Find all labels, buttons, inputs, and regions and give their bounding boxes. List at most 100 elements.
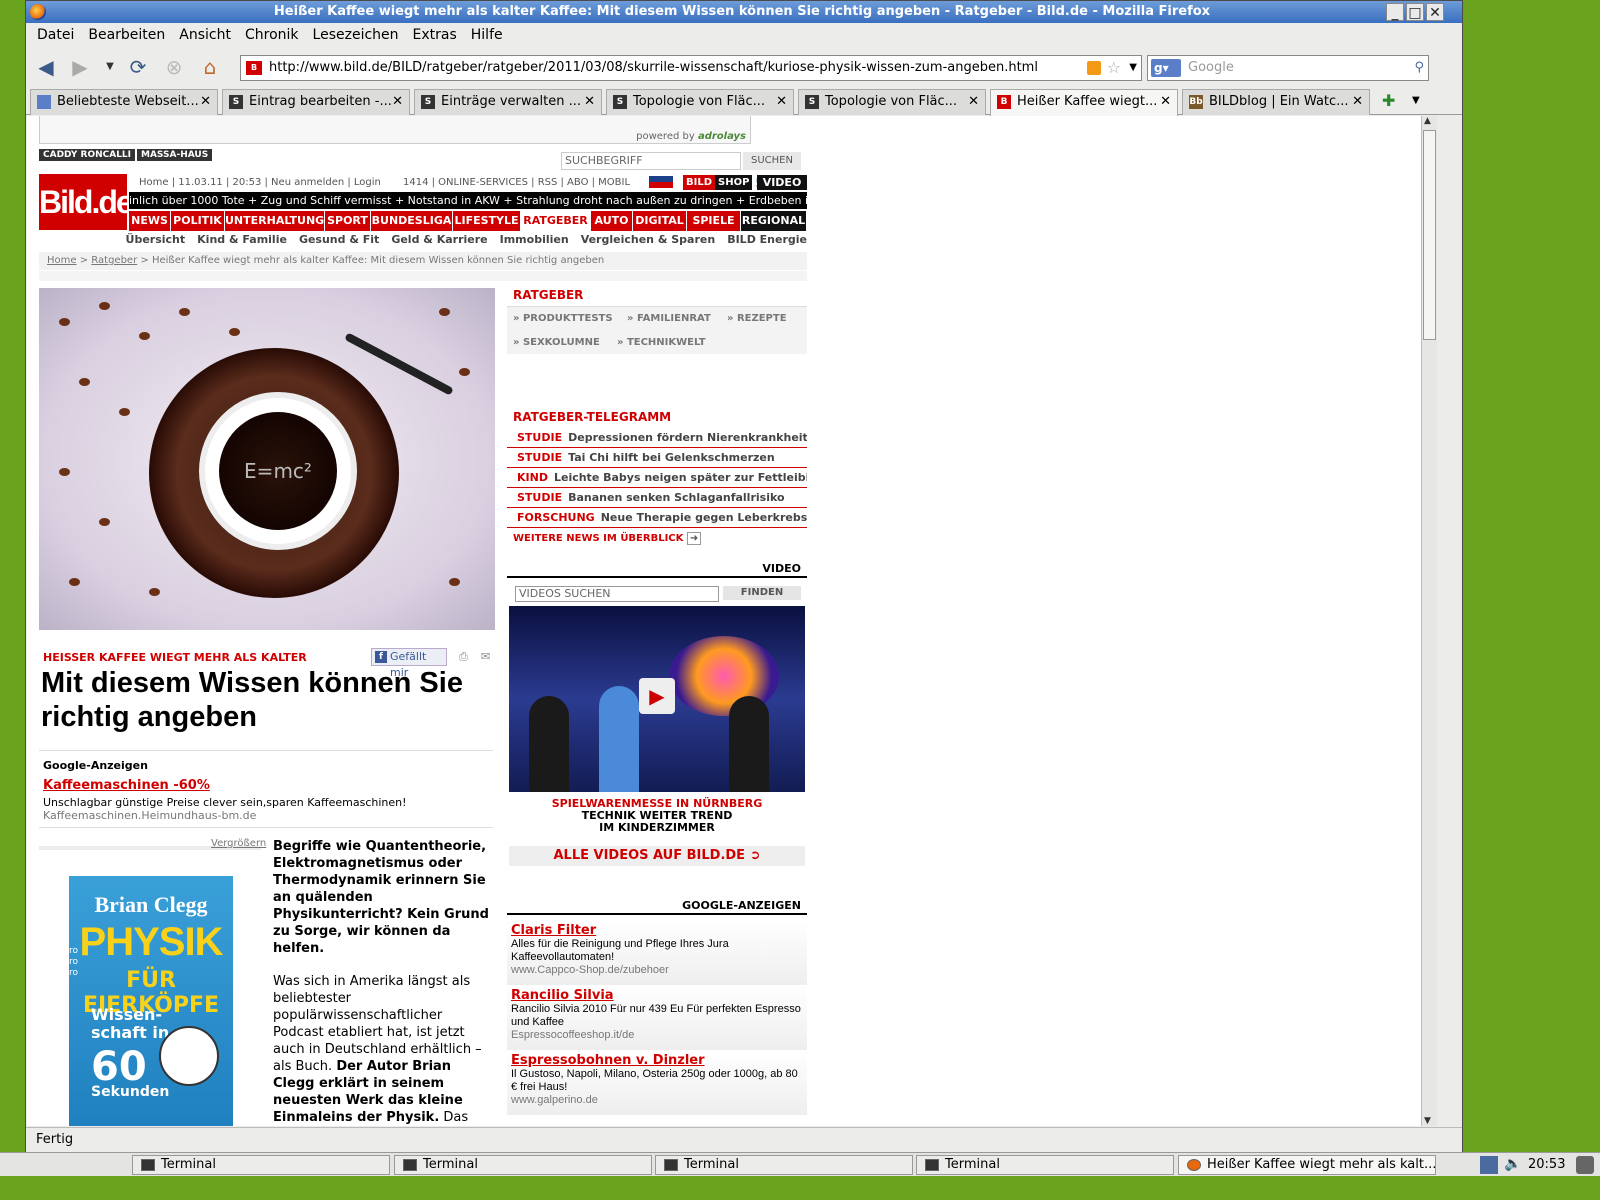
reload-icon[interactable]: ⟳ [124,53,152,81]
url-text[interactable]: http://www.bild.de/BILD/ratgeber/ratgebe… [269,56,1038,80]
facebook-like-button[interactable]: f Gefällt mir [371,648,447,679]
more-news-link[interactable]: WEITERE NEWS IM ÜBERBLICK ➜ [507,528,807,550]
telegramm-item[interactable]: STUDIE Tai Chi hilft bei Gelenkschmerzen [507,448,807,468]
ad-site[interactable]: Kaffeemaschinen.Heimundhaus-bm.de [43,809,256,822]
tab-4[interactable]: S Topologie von Fläc... ✕ [606,89,794,115]
link-rezepte[interactable]: » REZEPTE [727,313,787,324]
url-bar[interactable]: B http://www.bild.de/BILD/ratgeber/ratge… [240,55,1142,81]
bild-logo[interactable]: Bild.de [39,174,134,230]
all-videos-button[interactable]: ALLE VIDEOS AUF BILD.DE ➲ [509,846,805,866]
search-bar[interactable]: g▾ Google ⚲ [1147,55,1429,81]
breadcrumb-home[interactable]: Home [47,255,77,266]
breadcrumb-ratgeber[interactable]: Ratgeber [91,255,137,266]
tab-6-active[interactable]: B Heißer Kaffee wiegt... ✕ [990,89,1178,116]
nav-bundesliga[interactable]: BUNDESLIGA [371,211,453,231]
history-dropdown-icon[interactable]: ▼ [96,53,124,81]
vertical-scrollbar[interactable]: ▲ ▼ [1421,116,1437,1126]
menu-chronik[interactable]: Chronik [238,23,306,47]
menu-bearbeiten[interactable]: Bearbeiten [81,23,172,47]
close-tab-icon[interactable]: ✕ [968,90,979,114]
tab-3[interactable]: S Einträge verwalten ... ✕ [414,89,602,115]
tag-massa-haus[interactable]: MASSA-HAUS [137,149,213,161]
telegramm-item[interactable]: STUDIE Bananen senken Schlaganfallrisiko [507,488,807,508]
tele-text[interactable]: Bananen senken Schlaganfallrisiko [568,491,784,504]
taskbar-terminal[interactable]: Terminal [394,1155,652,1175]
top-ad-banner[interactable]: powered by adrolays [39,116,751,144]
google-engine-icon[interactable]: g▾ [1151,59,1181,77]
scroll-up-icon[interactable]: ▲ [1424,116,1431,126]
service-links[interactable]: 1414 | ONLINE-SERVICES | RSS | ABO | MOB… [403,177,630,188]
taskbar-firefox[interactable]: Heißer Kaffee wiegt mehr als kalt... [1178,1155,1436,1175]
maximize-button[interactable]: □ [1406,3,1424,21]
enlarge-link[interactable]: Vergrößern [211,838,266,849]
subnav-immobilien[interactable]: Immobilien [500,233,569,246]
play-icon[interactable]: ▶ [639,678,675,714]
tab-5[interactable]: S Topologie von Fläc... ✕ [798,89,986,115]
close-tab-icon[interactable]: ✕ [1160,90,1171,114]
telegramm-item[interactable]: FORSCHUNG Neue Therapie gegen Leberkrebs [507,508,807,528]
taskbar-terminal[interactable]: Terminal [132,1155,390,1175]
nav-sport[interactable]: SPORT [325,211,371,231]
tab-1[interactable]: Beliebteste Webseit... ✕ [30,89,218,115]
back-arrow-icon[interactable]: ◀ [32,53,60,81]
side-ad-link[interactable]: Rancilio Silvia [511,988,803,1003]
search-magnifier-icon[interactable]: ⚲ [1414,56,1424,80]
top-info-links[interactable]: Home | 11.03.11 | 20:53 | Neu anmelden |… [139,177,381,188]
video-thumbnail[interactable]: ▶ [509,606,805,792]
tele-text[interactable]: Neue Therapie gegen Leberkrebs [601,511,807,524]
nav-regional[interactable]: REGIONAL [741,211,807,231]
nav-unterhaltung[interactable]: UNTERHALTUNG [225,211,325,231]
video-search-input[interactable]: VIDEOS SUCHEN [515,586,719,602]
link-produkttests[interactable]: » PRODUKTTESTS [513,313,613,324]
scroll-down-icon[interactable]: ▼ [1424,1116,1431,1126]
new-tab-icon[interactable]: ✚ [1382,89,1395,113]
side-ad-site[interactable]: www.galperino.de [511,1094,803,1106]
ad-link-kaffeemaschinen[interactable]: Kaffeemaschinen -60% [43,778,210,793]
subnav-geld-karriere[interactable]: Geld & Karriere [391,233,487,246]
title-bar[interactable]: Heißer Kaffee wiegt mehr als kalter Kaff… [26,1,1462,23]
menu-datei[interactable]: Datei [30,23,81,47]
url-dropdown-icon[interactable]: ▼ [1129,56,1137,80]
close-tab-icon[interactable]: ✕ [200,90,211,114]
network-tray-icon[interactable] [1480,1156,1498,1174]
close-tab-icon[interactable]: ✕ [1352,90,1363,114]
ratgeber-title[interactable]: RATGEBER [507,284,807,306]
side-ad-link[interactable]: Espressobohnen v. Dinzler [511,1053,803,1068]
hero-image-coffee[interactable]: E=mc² [39,288,495,630]
telegramm-item[interactable]: KIND Leichte Babys neigen später zur Fett… [507,468,807,488]
news-ticker[interactable]: inlich über 1000 Tote + Zug und Schiff v… [129,192,807,209]
home-icon[interactable]: ⌂ [196,53,224,81]
tab-7[interactable]: Bb BILDblog | Ein Watc... ✕ [1182,89,1370,115]
menu-hilfe[interactable]: Hilfe [464,23,510,47]
tele-text[interactable]: Tai Chi hilft bei Gelenkschmerzen [568,451,775,464]
nav-news[interactable]: NEWS [129,211,171,231]
subnav-kind-familie[interactable]: Kind & Familie [197,233,287,246]
video-caption[interactable]: SPIELWARENMESSE IN NÜRNBERG TECHNIK WEIT… [507,798,807,834]
nav-digital[interactable]: DIGITAL [633,211,687,231]
close-button[interactable]: ✕ [1426,3,1444,21]
book-cover-image[interactable]: ro ro ro Brian Clegg PHYSIK FÜR EIERKÖPF… [69,876,233,1126]
uk-flag-icon[interactable] [649,176,673,188]
bookmark-star-icon[interactable]: ☆ [1107,56,1121,80]
tab-2[interactable]: S Eintrag bearbeiten -... ✕ [222,89,410,115]
tab-list-dropdown-icon[interactable]: ▼ [1412,89,1420,113]
close-tab-icon[interactable]: ✕ [776,90,787,114]
subnav-uebersicht[interactable]: Übersicht [126,233,186,246]
menu-lesezeichen[interactable]: Lesezeichen [306,23,406,47]
tray-app-icon[interactable] [1576,1156,1594,1174]
subnav-gesund-fit[interactable]: Gesund & Fit [299,233,379,246]
subnav-bild-energie[interactable]: BILD Energie [727,233,807,246]
close-tab-icon[interactable]: ✕ [584,90,595,114]
minimize-button[interactable]: _ [1386,3,1404,21]
link-familienrat[interactable]: » FAMILIENRAT [627,313,711,324]
clock[interactable]: 20:53 [1528,1153,1565,1177]
subnav-vergleichen-sparen[interactable]: Vergleichen & Sparen [581,233,716,246]
site-search-input[interactable]: SUCHBEGRIFF [561,152,741,170]
side-ad-link[interactable]: Claris Filter [511,923,803,938]
video-find-button[interactable]: FINDEN [723,586,801,600]
print-icon[interactable]: ⎙ [459,650,473,663]
nav-lifestyle[interactable]: LIFESTYLE [453,211,521,231]
taskbar-terminal[interactable]: Terminal [916,1155,1174,1175]
taskbar-terminal[interactable]: Terminal [655,1155,913,1175]
link-technikwelt[interactable]: » TECHNIKWELT [617,337,706,348]
